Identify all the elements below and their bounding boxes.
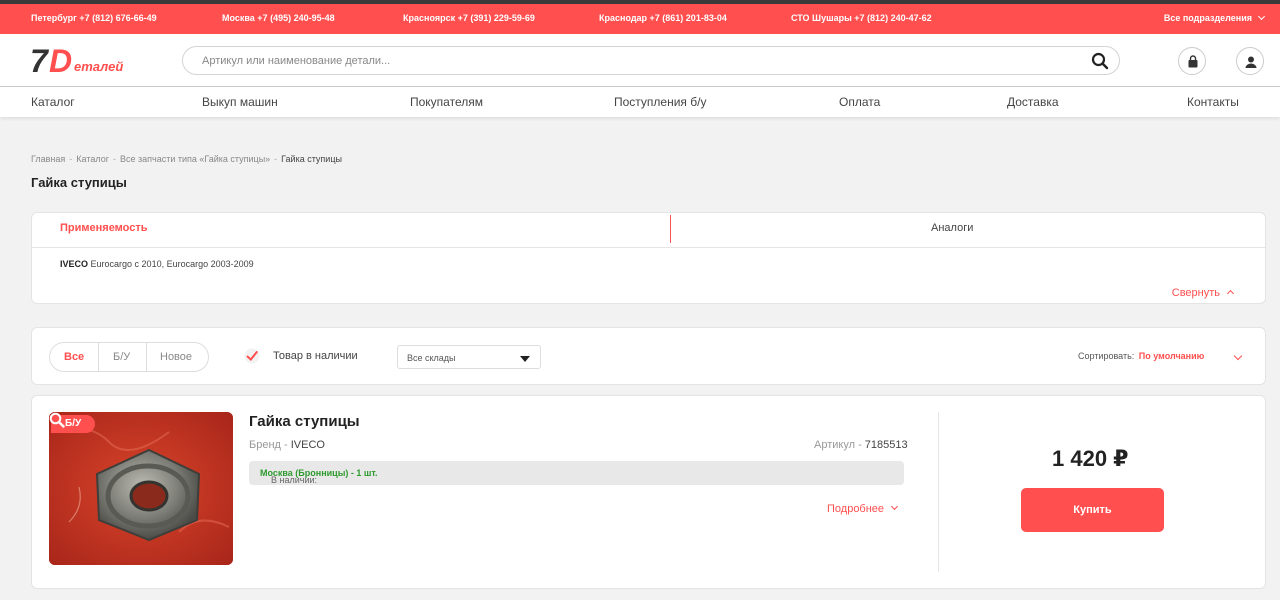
article-label: Артикул -: [814, 439, 865, 451]
phone-spb[interactable]: Петербург +7 (812) 676-66-49: [31, 13, 157, 23]
segment-divider: [98, 343, 99, 371]
caret-down-icon: [520, 356, 530, 362]
nav-used-arrivals[interactable]: Поступления б/у: [614, 95, 706, 109]
phone-krasnodar[interactable]: Краснодар +7 (861) 201-83-04: [599, 13, 727, 23]
applicability-brand: IVECO: [60, 259, 89, 269]
breadcrumb-sep: -: [69, 154, 73, 164]
buy-button[interactable]: Купить: [1021, 488, 1164, 532]
filter-all[interactable]: Все: [64, 351, 84, 363]
nav-car-buyout[interactable]: Выкуп машин: [202, 95, 278, 109]
availability-box: В наличии: Москва (Бронницы) - 1 шт.: [249, 461, 904, 485]
filter-used[interactable]: Б/У: [113, 351, 130, 363]
logo-seven: 7: [30, 43, 48, 79]
sort-control[interactable]: Сортировать: По умолчанию: [1078, 351, 1204, 361]
cart-button[interactable]: [1178, 47, 1206, 75]
breadcrumb: Главная - Каталог - Все запчасти типа «Гайка…: [31, 154, 342, 164]
chevron-down-icon[interactable]: [1233, 351, 1243, 361]
product-title[interactable]: Гайка ступицы: [249, 413, 360, 430]
details-link[interactable]: Подробнее: [827, 503, 897, 515]
warehouse-select[interactable]: Все склады: [397, 345, 541, 369]
article-value: 7185513: [864, 439, 908, 451]
segment-divider: [146, 343, 147, 371]
tab-underline: [32, 247, 1265, 248]
phone-moscow[interactable]: Москва +7 (495) 240-95-48: [222, 13, 335, 23]
main-nav: Каталог Выкуп машин Покупателям Поступле…: [0, 86, 1280, 117]
hub-nut-photo: [49, 412, 233, 565]
product-brand: Бренд - IVECO: [249, 439, 325, 451]
sort-label: Сортировать:: [1078, 351, 1135, 361]
in-stock-checkbox[interactable]: [244, 348, 260, 364]
breadcrumb-sep: -: [274, 154, 278, 164]
phone-sto[interactable]: СТО Шушары +7 (812) 240-47-62: [791, 13, 932, 23]
tab-analogs[interactable]: Аналоги: [931, 222, 973, 234]
bag-icon: [1188, 55, 1198, 68]
product-price: 1 420 ₽: [1052, 446, 1129, 471]
breadcrumb-category[interactable]: Все запчасти типа «Гайка ступицы»: [120, 154, 270, 164]
page-title: Гайка ступицы: [31, 175, 127, 190]
search-icon[interactable]: [1091, 52, 1109, 70]
header: 7 D еталей: [0, 34, 1280, 86]
phone-krasnoyarsk[interactable]: Красноярск +7 (391) 229-59-69: [403, 13, 535, 23]
product-article: Артикул - 7185513: [814, 439, 908, 451]
applicability-card: Применяемость Аналоги IVECO Eurocargo с …: [31, 212, 1266, 304]
product-photo[interactable]: Б/У: [49, 412, 233, 565]
breadcrumb-sep: -: [112, 154, 116, 164]
breadcrumb-current: Гайка ступицы: [281, 154, 342, 164]
search-bar: [182, 46, 1120, 75]
zoom-icon[interactable]: [49, 412, 65, 428]
availability-label: В наличии:: [271, 475, 318, 485]
price-divider: [938, 412, 939, 572]
account-button[interactable]: [1236, 47, 1264, 75]
filter-new[interactable]: Новое: [160, 351, 192, 363]
breadcrumb-home[interactable]: Главная: [31, 154, 65, 164]
product-card: Б/У Гайка ступицы Бренд - IVECO Артикул …: [31, 395, 1266, 589]
in-stock-label[interactable]: Товар в наличии: [273, 350, 358, 362]
breadcrumb-catalog[interactable]: Каталог: [76, 154, 109, 164]
search-input[interactable]: [202, 53, 1062, 69]
sort-value[interactable]: По умолчанию: [1139, 351, 1205, 361]
nav-payment[interactable]: Оплата: [839, 95, 880, 109]
user-icon: [1245, 56, 1257, 68]
nav-contacts[interactable]: Контакты: [1187, 95, 1239, 109]
nav-buyers[interactable]: Покупателям: [410, 95, 483, 109]
logo[interactable]: 7 D еталей: [30, 43, 130, 79]
filters-card: Все Б/У Новое Товар в наличии Все склады…: [31, 327, 1266, 385]
nav-catalog[interactable]: Каталог: [31, 95, 75, 109]
applicability-models: Eurocargo с 2010, Eurocargo 2003-2009: [90, 259, 254, 269]
warehouse-value: Все склады: [407, 353, 456, 363]
all-divisions-dropdown[interactable]: Все подразделения: [1164, 13, 1264, 23]
brand-value: IVECO: [290, 439, 325, 451]
applicability-row: IVECO Eurocargo с 2010, Eurocargo 2003-2…: [60, 259, 254, 269]
tab-divider: [670, 215, 671, 243]
nav-delivery[interactable]: Доставка: [1007, 95, 1059, 109]
logo-text: еталей: [74, 59, 124, 74]
brand-label: Бренд -: [249, 439, 291, 451]
collapse-link[interactable]: Свернуть: [1172, 287, 1233, 299]
logo-d: D: [49, 43, 73, 79]
availability-text: В наличии: Москва (Бронницы) - 1 шт.: [260, 468, 378, 485]
condition-filter: Все Б/У Новое: [49, 342, 209, 372]
topbar-contacts: Петербург +7 (812) 676-66-49 Москва +7 (…: [0, 4, 1280, 34]
tab-applicability[interactable]: Применяемость: [60, 222, 148, 234]
